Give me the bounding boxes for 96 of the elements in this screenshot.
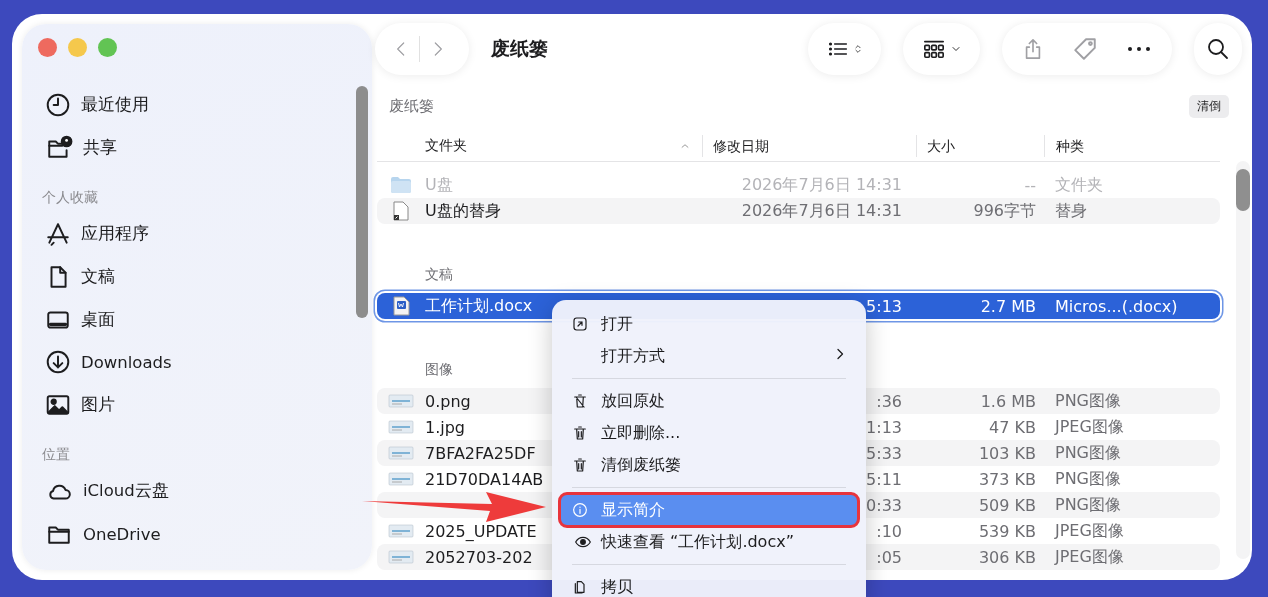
image-thumbnail-icon bbox=[388, 445, 414, 461]
list-icon bbox=[826, 39, 850, 59]
size-cell: 306 KB bbox=[978, 547, 1036, 567]
more-icon bbox=[1126, 45, 1152, 53]
date-cell: 2026年7月6日 14:31 bbox=[741, 200, 902, 220]
zoom-button[interactable] bbox=[98, 38, 117, 57]
close-button[interactable] bbox=[38, 38, 57, 57]
column-header[interactable]: 文件夹 bbox=[425, 137, 467, 155]
kind-cell: Micros...(.docx) bbox=[1055, 296, 1178, 316]
size-cell: 47 KB bbox=[989, 417, 1036, 437]
image-thumbnail-icon bbox=[388, 393, 414, 409]
file-name[interactable]: 2052703-202 bbox=[425, 547, 533, 567]
trash-icon bbox=[572, 425, 588, 441]
window-title: 废纸篓 bbox=[491, 36, 549, 61]
section-header: 个人收藏 bbox=[42, 188, 99, 208]
menu-item[interactable]: 放回原处 bbox=[560, 385, 858, 417]
sidebar-item[interactable]: 应用程序 bbox=[81, 223, 149, 246]
location-label: 废纸篓 bbox=[389, 96, 434, 116]
menu-item[interactable]: 清倒废纸篓 bbox=[560, 449, 858, 481]
search-icon bbox=[1206, 37, 1230, 61]
kind-cell: PNG图像 bbox=[1055, 390, 1121, 410]
chevron-right-icon bbox=[834, 346, 846, 362]
date-cell: :10 bbox=[876, 521, 902, 541]
kind-cell: 文件夹 bbox=[1055, 174, 1103, 194]
kind-cell: PNG图像 bbox=[1055, 494, 1121, 514]
kind-cell: JPEG图像 bbox=[1055, 416, 1124, 436]
sidebar-item[interactable]: 桌面 bbox=[81, 308, 115, 331]
kind-cell: PNG图像 bbox=[1055, 442, 1121, 462]
restore-trash-icon bbox=[572, 393, 588, 409]
eye-icon bbox=[572, 534, 594, 550]
copy-icon bbox=[572, 579, 588, 595]
section-header: 位置 bbox=[42, 445, 71, 465]
empty-trash-button[interactable]: 清倒 bbox=[1189, 94, 1229, 118]
kind-cell: JPEG图像 bbox=[1055, 546, 1124, 566]
date-cell: 1:13 bbox=[866, 417, 902, 437]
shared-folder-icon bbox=[45, 134, 73, 161]
size-cell: 1.6 MB bbox=[980, 391, 1036, 411]
file-name[interactable]: 2025_UPDATE bbox=[425, 521, 537, 541]
menu-item[interactable]: 打开 bbox=[560, 308, 858, 340]
file-name[interactable]: 工作计划.docx bbox=[425, 295, 533, 317]
size-cell: 509 KB bbox=[978, 495, 1036, 515]
size-cell: 996字节 bbox=[973, 200, 1036, 220]
image-thumbnail-icon bbox=[388, 471, 414, 487]
file-name[interactable]: 0.png bbox=[425, 391, 471, 411]
file-name[interactable]: 21D70DA14AB bbox=[425, 469, 544, 489]
date-cell: 2026年7月6日 14:31 bbox=[741, 174, 902, 194]
sidebar-item[interactable]: OneDrive bbox=[83, 524, 161, 544]
date-cell: :05 bbox=[876, 547, 902, 567]
date-cell: 5:11 bbox=[866, 469, 902, 489]
image-thumbnail-icon bbox=[388, 549, 414, 565]
alias-file-icon bbox=[393, 201, 409, 221]
sidebar-item[interactable]: Downloads bbox=[81, 352, 172, 372]
file-name[interactable]: U盘的替身 bbox=[425, 200, 501, 222]
file-name[interactable]: 7BFA2FA25DF bbox=[425, 443, 536, 463]
tag-icon bbox=[1072, 36, 1098, 62]
image-thumbnail-icon bbox=[388, 523, 414, 539]
size-cell: 539 KB bbox=[978, 521, 1036, 541]
clock-icon bbox=[45, 92, 71, 119]
word-document-icon bbox=[392, 296, 410, 316]
grid-icon bbox=[921, 38, 947, 60]
column-header[interactable]: 大小 bbox=[916, 135, 1044, 157]
scrollbar-thumb[interactable] bbox=[1236, 169, 1250, 211]
size-cell: 373 KB bbox=[978, 469, 1036, 489]
sidebar-item[interactable]: 图片 bbox=[81, 393, 115, 416]
sidebar-item[interactable]: iCloud云盘 bbox=[83, 480, 169, 503]
date-cell: 5:33 bbox=[866, 443, 902, 463]
app-store-icon bbox=[45, 221, 71, 248]
column-header[interactable]: 修改日期 bbox=[702, 135, 916, 157]
scrollbar-thumb[interactable] bbox=[356, 86, 368, 318]
kind-cell: 替身 bbox=[1055, 200, 1087, 220]
sidebar-item[interactable]: 共享 bbox=[83, 136, 117, 159]
size-cell: 2.7 MB bbox=[980, 296, 1036, 316]
group-header: 图像 bbox=[425, 361, 453, 377]
menu-item[interactable]: 打开方式 bbox=[560, 340, 858, 372]
sidebar-item[interactable]: 文稿 bbox=[81, 266, 115, 289]
group-header: 文稿 bbox=[425, 266, 453, 282]
minimize-button[interactable] bbox=[68, 38, 87, 57]
sidebar-item[interactable]: 最近使用 bbox=[81, 94, 149, 117]
image-thumbnail-icon bbox=[388, 419, 414, 435]
date-cell: :36 bbox=[876, 391, 902, 411]
trash-icon bbox=[572, 457, 588, 473]
info-icon bbox=[572, 502, 588, 518]
size-cell: 103 KB bbox=[978, 443, 1036, 463]
menu-item[interactable]: 立即删除... bbox=[560, 417, 858, 449]
menu-item[interactable]: 拷贝 bbox=[560, 571, 858, 597]
size-cell: -- bbox=[1024, 175, 1036, 195]
download-icon bbox=[45, 349, 71, 376]
open-icon bbox=[572, 316, 588, 332]
file-name[interactable]: 1.jpg bbox=[425, 417, 466, 437]
menu-item[interactable]: 快速查看 “工作计划.docx” bbox=[560, 526, 858, 558]
date-cell: 5:13 bbox=[866, 296, 902, 316]
folder-icon bbox=[390, 176, 412, 194]
kind-cell: JPEG图像 bbox=[1055, 520, 1124, 540]
date-cell: 0:33 bbox=[866, 495, 902, 515]
kind-cell: PNG图像 bbox=[1055, 468, 1121, 488]
column-header[interactable]: 种类 bbox=[1044, 135, 1220, 157]
